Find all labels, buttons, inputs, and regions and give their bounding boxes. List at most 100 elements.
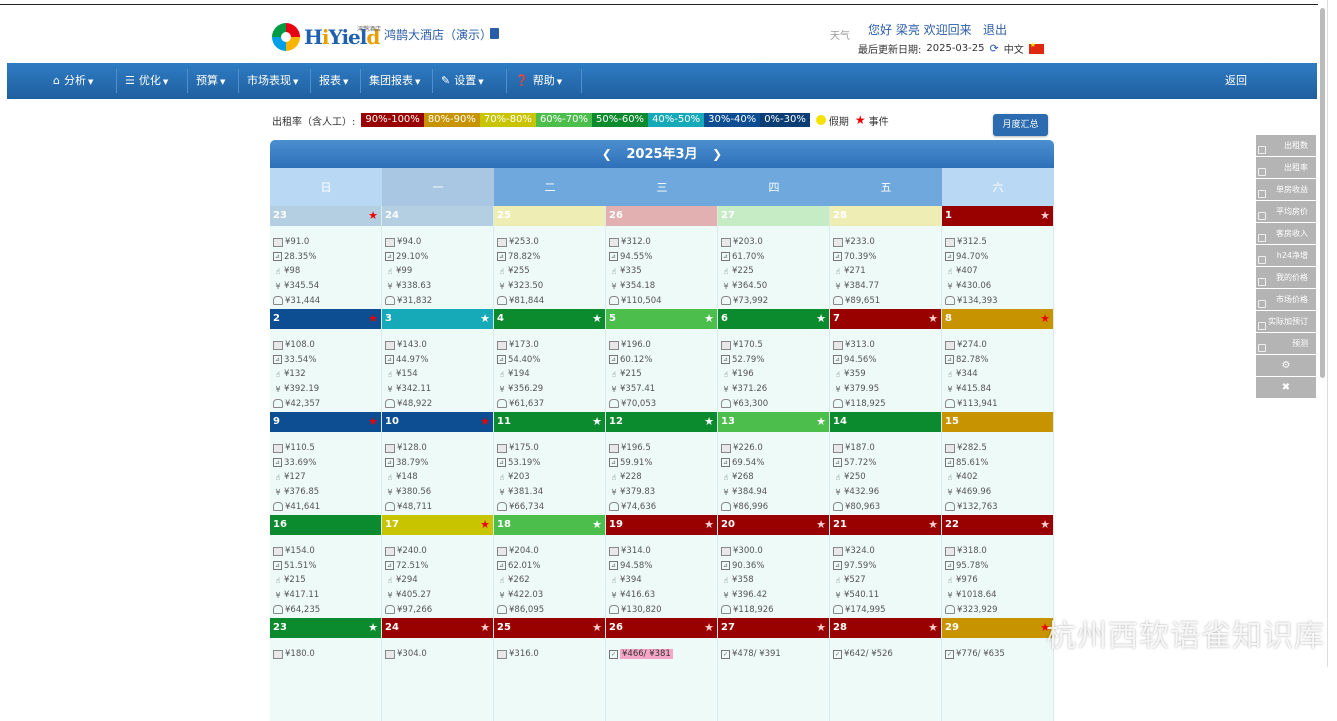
calendar-day-cell[interactable]: 21 ★ ¥324.0 ⊿ 97.59% ☝ ¥527 ¥ ¥540.11 ¥174,995 xyxy=(830,515,942,618)
day-header[interactable]: 4 ★ xyxy=(494,309,605,329)
event-star-icon[interactable]: ★ xyxy=(1040,515,1050,535)
event-star-icon[interactable]: ★ xyxy=(480,309,490,329)
china-flag-icon[interactable] xyxy=(1028,41,1044,54)
sidebar-item[interactable]: h24净增 xyxy=(1256,245,1316,266)
calendar-day-cell[interactable]: 25 ★ ¥316.0 xyxy=(494,618,606,721)
close-icon[interactable]: ✖ xyxy=(1256,377,1316,398)
scrollbar[interactable] xyxy=(1320,8,1325,378)
day-header[interactable]: 23 ★ xyxy=(270,206,381,226)
calendar-day-cell[interactable]: 26 ¥312.0 ⊿ 94.55% ☝ ¥335 ¥ ¥354.18 ¥110,504 xyxy=(606,206,718,309)
calendar-day-cell[interactable]: 27 ★ ✓ ¥478/ ¥391 xyxy=(718,618,830,721)
day-header[interactable]: 14 xyxy=(830,412,941,432)
calendar-day-cell[interactable]: 3 ★ ¥143.0 ⊿ 44.97% ☝ ¥154 ¥ ¥342.11 ¥48,922 xyxy=(382,309,494,412)
calendar-day-cell[interactable]: 2 ★ ¥108.0 ⊿ 33.54% ☝ ¥132 ¥ ¥392.19 ¥42,357 xyxy=(270,309,382,412)
day-header[interactable]: 19 ★ xyxy=(606,515,717,535)
day-header[interactable]: 22 ★ xyxy=(942,515,1053,535)
calendar-day-cell[interactable]: 20 ★ ¥300.0 ⊿ 90.36% ☝ ¥358 ¥ ¥396.42 ¥118,926 xyxy=(718,515,830,618)
calendar-day-cell[interactable]: 8 ★ ¥274.0 ⊿ 82.78% ☝ ¥344 ¥ ¥415.84 ¥113,941 xyxy=(942,309,1054,412)
calendar-day-cell[interactable]: 17 ★ ¥240.0 ⊿ 72.51% ☝ ¥294 ¥ ¥405.27 ¥97,266 xyxy=(382,515,494,618)
logout-link[interactable]: 退出 xyxy=(983,21,1007,38)
day-header[interactable]: 10 ★ xyxy=(382,412,493,432)
day-header[interactable]: 26 xyxy=(606,206,717,226)
day-header[interactable]: 11 ★ xyxy=(494,412,605,432)
calendar-day-cell[interactable]: 9 ★ ¥110.5 ⊿ 33.69% ☝ ¥127 ¥ ¥376.85 ¥41,641 xyxy=(270,412,382,515)
event-star-icon[interactable]: ★ xyxy=(1040,309,1050,329)
day-header[interactable]: 24 ★ xyxy=(382,618,493,638)
calendar-day-cell[interactable]: 13 ★ ¥226.0 ⊿ 69.54% ☝ ¥268 ¥ ¥384.94 ¥86,996 xyxy=(718,412,830,515)
calendar-day-cell[interactable]: 27 ¥203.0 ⊿ 61.70% ☝ ¥225 ¥ ¥364.50 ¥73,992 xyxy=(718,206,830,309)
calendar-day-cell[interactable]: 19 ★ ¥314.0 ⊿ 94.58% ☝ ¥394 ¥ ¥416.63 ¥130,820 xyxy=(606,515,718,618)
day-header[interactable]: 28 xyxy=(830,206,941,226)
event-star-icon[interactable]: ★ xyxy=(704,309,714,329)
sidebar-item[interactable]: 客房收入 xyxy=(1256,223,1316,244)
calendar-day-cell[interactable]: 22 ★ ¥318.0 ⊿ 95.78% ☝ ¥976 ¥ ¥1018.64 ¥323,929 xyxy=(942,515,1054,618)
sidebar-item[interactable]: 实际加预订 xyxy=(1256,311,1316,332)
prev-month-icon[interactable]: ❮ xyxy=(602,140,612,168)
nav-item-2[interactable]: ☰ 优化 ▼ xyxy=(117,63,176,99)
day-header[interactable]: 12 ★ xyxy=(606,412,717,432)
event-star-icon[interactable]: ★ xyxy=(816,412,826,432)
next-month-icon[interactable]: ❯ xyxy=(712,140,722,168)
calendar-day-cell[interactable]: 24 ★ ¥304.0 xyxy=(382,618,494,721)
calendar-day-cell[interactable]: 12 ★ ¥196.5 ⊿ 59.91% ☝ ¥228 ¥ ¥379.83 ¥74,636 xyxy=(606,412,718,515)
calendar-day-cell[interactable]: 24 ¥94.0 ⊿ 29.10% ☝ ¥99 ¥ ¥338.63 ¥31,832 xyxy=(382,206,494,309)
nav-item-8[interactable]: ❓ 帮助 ▼ xyxy=(507,63,570,99)
calendar-day-cell[interactable]: 10 ★ ¥128.0 ⊿ 38.79% ☝ ¥148 ¥ ¥380.56 ¥48,711 xyxy=(382,412,494,515)
day-header[interactable]: 1 ★ xyxy=(942,206,1053,226)
day-header[interactable]: 25 ★ xyxy=(494,618,605,638)
day-header[interactable]: 27 ★ xyxy=(718,618,829,638)
event-star-icon[interactable]: ★ xyxy=(816,515,826,535)
sidebar-item[interactable]: 平均房价 xyxy=(1256,201,1316,222)
event-star-icon[interactable]: ★ xyxy=(704,515,714,535)
event-star-icon[interactable]: ★ xyxy=(816,309,826,329)
event-star-icon[interactable]: ★ xyxy=(816,618,826,638)
calendar-day-cell[interactable]: 28 ¥233.0 ⊿ 70.39% ☝ ¥271 ¥ ¥384.77 ¥89,651 xyxy=(830,206,942,309)
day-header[interactable]: 13 ★ xyxy=(718,412,829,432)
calendar-day-cell[interactable]: 5 ★ ¥196.0 ⊿ 60.12% ☝ ¥215 ¥ ¥357.41 ¥70,053 xyxy=(606,309,718,412)
day-header[interactable]: 24 xyxy=(382,206,493,226)
day-header[interactable]: 15 xyxy=(942,412,1053,432)
calendar-day-cell[interactable]: 7 ★ ¥313.0 ⊿ 94.56% ☝ ¥359 ¥ ¥379.95 ¥118,925 xyxy=(830,309,942,412)
calendar-day-cell[interactable]: 25 ¥253.0 ⊿ 78.82% ☝ ¥255 ¥ ¥323.50 ¥81,844 xyxy=(494,206,606,309)
sidebar-item[interactable]: 单房收益 xyxy=(1256,179,1316,200)
event-star-icon[interactable]: ★ xyxy=(368,412,378,432)
event-star-icon[interactable]: ★ xyxy=(592,618,602,638)
calendar-day-cell[interactable]: 23 ★ ¥91.0 ⊿ 28.35% ☝ ¥98 ¥ ¥345.54 ¥31,444 xyxy=(270,206,382,309)
sidebar-item[interactable]: 出租数 xyxy=(1256,135,1316,156)
event-star-icon[interactable]: ★ xyxy=(592,309,602,329)
day-header[interactable]: 16 xyxy=(270,515,381,535)
calendar-day-cell[interactable]: 11 ★ ¥175.0 ⊿ 53.19% ☝ ¥203 ¥ ¥381.34 ¥66,734 xyxy=(494,412,606,515)
day-header[interactable]: 29 ★ xyxy=(942,618,1053,638)
calendar-day-cell[interactable]: 28 ★ ✓ ¥642/ ¥526 xyxy=(830,618,942,721)
day-header[interactable]: 23 ★ xyxy=(270,618,381,638)
day-header[interactable]: 3 ★ xyxy=(382,309,493,329)
nav-item-4[interactable]: 市场表现 ▼ xyxy=(239,63,306,99)
event-star-icon[interactable]: ★ xyxy=(368,618,378,638)
user-greeting[interactable]: 您好 梁亮 欢迎回来 xyxy=(868,21,972,38)
day-header[interactable]: 7 ★ xyxy=(830,309,941,329)
event-star-icon[interactable]: ★ xyxy=(368,206,378,226)
event-star-icon[interactable]: ★ xyxy=(928,309,938,329)
day-header[interactable]: 27 xyxy=(718,206,829,226)
event-star-icon[interactable]: ★ xyxy=(928,515,938,535)
day-header[interactable]: 28 ★ xyxy=(830,618,941,638)
refresh-icon[interactable]: ⟳ xyxy=(990,42,999,55)
calendar-day-cell[interactable]: 18 ★ ¥204.0 ⊿ 62.01% ☝ ¥262 ¥ ¥422.03 ¥86,095 xyxy=(494,515,606,618)
hotel-name-link[interactable]: 鸿鹊大酒店（演示） xyxy=(384,26,492,43)
event-star-icon[interactable]: ★ xyxy=(592,515,602,535)
event-star-icon[interactable]: ★ xyxy=(704,618,714,638)
event-star-icon[interactable]: ★ xyxy=(480,515,490,535)
nav-item-5[interactable]: 报表 ▼ xyxy=(311,63,356,99)
day-header[interactable]: 18 ★ xyxy=(494,515,605,535)
day-header[interactable]: 25 xyxy=(494,206,605,226)
day-header[interactable]: 20 ★ xyxy=(718,515,829,535)
day-header[interactable]: 17 ★ xyxy=(382,515,493,535)
calendar-day-cell[interactable]: 23 ★ ¥180.0 xyxy=(270,618,382,721)
event-star-icon[interactable]: ★ xyxy=(704,412,714,432)
event-star-icon[interactable]: ★ xyxy=(480,618,490,638)
nav-item-1[interactable]: ⌂ 分析 ▼ xyxy=(45,63,101,99)
day-header[interactable]: 5 ★ xyxy=(606,309,717,329)
sidebar-item[interactable]: 出租率 xyxy=(1256,157,1316,178)
calendar-day-cell[interactable]: 26 ★ ✓ ¥466/ ¥381 xyxy=(606,618,718,721)
calendar-day-cell[interactable]: 15 ¥282.5 ⊿ 85.61% ☝ ¥402 ¥ ¥469.96 ¥132,763 xyxy=(942,412,1054,515)
